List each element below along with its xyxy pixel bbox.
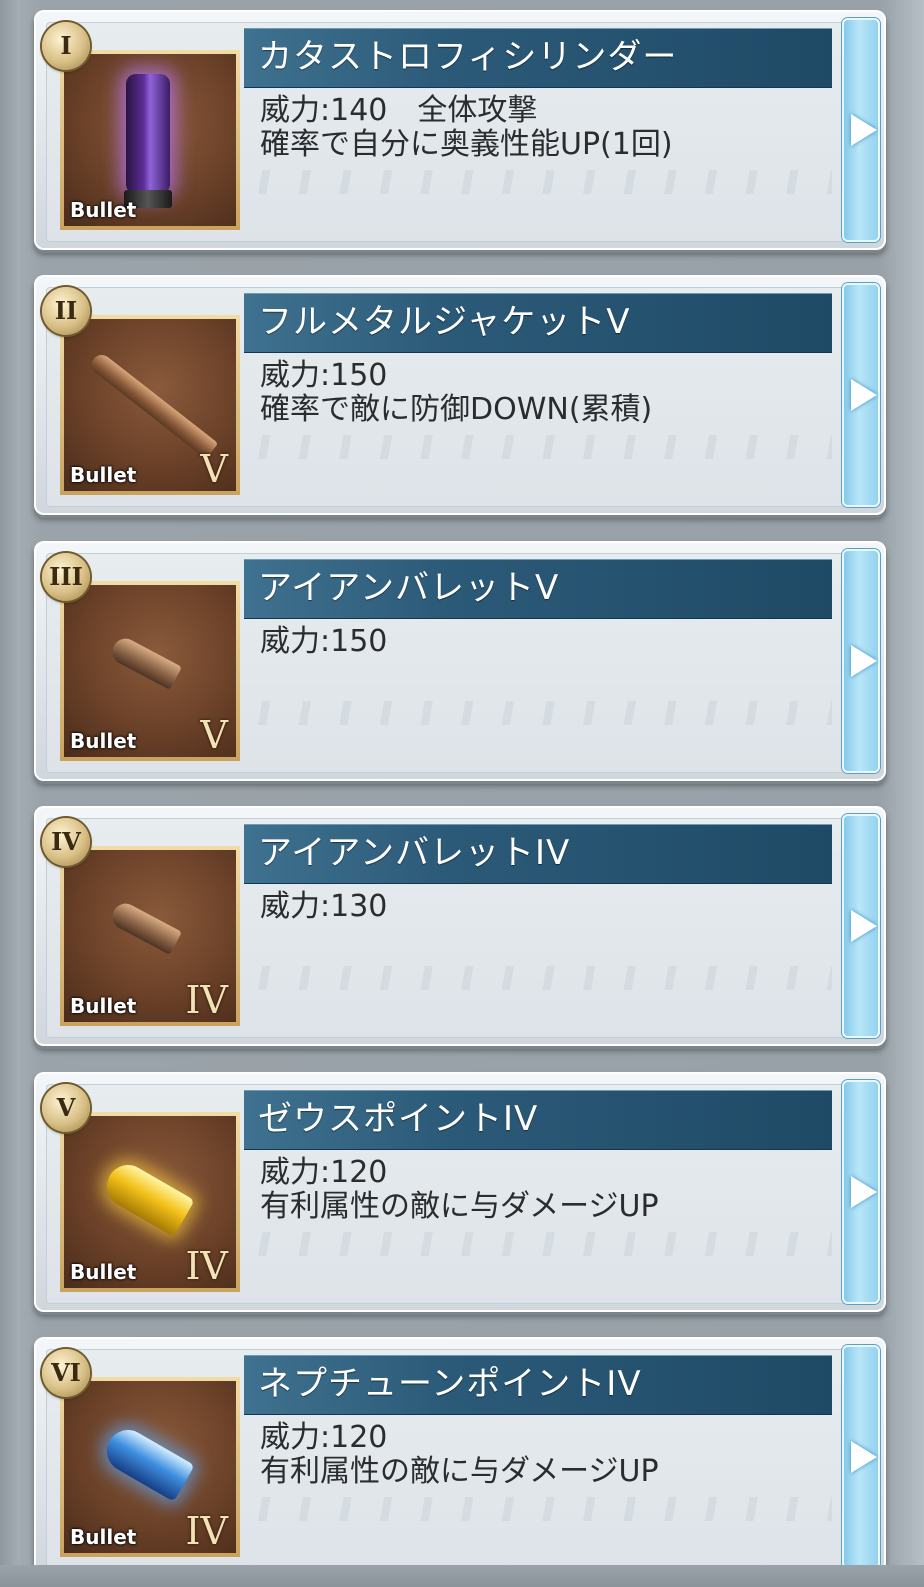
cylinder-bullet-icon: Bullet xyxy=(64,54,236,226)
bullet-name: ネプチューンポイントIV xyxy=(258,1364,642,1404)
gold-bullet-icon xyxy=(99,1157,195,1237)
bullet-icon-frame[interactable]: Bullet IV xyxy=(60,1112,240,1292)
title-bar: アイアンバレットV xyxy=(244,559,832,619)
bullet-icon-frame[interactable]: Bullet xyxy=(60,50,240,230)
arrow-right-icon xyxy=(851,645,877,677)
arrow-right-icon xyxy=(851,379,877,411)
description-line: 確率で敵に防御DOWN(累積) xyxy=(260,392,653,427)
bullet-description: 威力:120 有利属性の敵に与ダメージUP xyxy=(260,1421,820,1489)
arrow-right-icon xyxy=(851,1441,877,1473)
neptune-point-icon: Bullet IV xyxy=(64,1381,236,1553)
arrow-right-icon xyxy=(851,114,877,146)
title-bar: ネプチューンポイントIV xyxy=(244,1355,832,1415)
description-line: 威力:150 xyxy=(260,624,388,659)
icon-rank-label: V xyxy=(200,713,228,757)
description-line: 有利属性の敵に与ダメージUP xyxy=(260,1454,659,1489)
description-line: 威力:120 xyxy=(260,1420,388,1455)
slot-number-badge: II xyxy=(42,287,90,335)
arrow-right-icon xyxy=(851,910,877,942)
bullet-card[interactable]: ネプチューンポイントIV 威力:120 有利属性の敵に与ダメージUP Bulle… xyxy=(34,1337,886,1577)
slot-number-badge: VI xyxy=(42,1349,90,1397)
icon-type-label: Bullet xyxy=(70,463,137,487)
title-bar: ゼウスポイントIV xyxy=(244,1090,832,1150)
bullet-name: カタストロフィシリンダー xyxy=(258,37,678,77)
description-line: 威力:130 xyxy=(260,889,388,924)
bullet-description: 威力:150 xyxy=(260,625,820,659)
pistol-bullet-icon xyxy=(107,634,183,690)
bullet-card[interactable]: アイアンバレットV 威力:150 Bullet V III xyxy=(34,541,886,781)
icon-type-label: Bullet xyxy=(70,729,137,753)
cylinder-body-icon xyxy=(126,74,170,194)
bullet-icon-frame[interactable]: Bullet V xyxy=(60,581,240,761)
detail-button[interactable] xyxy=(842,18,880,242)
detail-button[interactable] xyxy=(842,549,880,773)
detail-button[interactable] xyxy=(842,283,880,507)
rifle-bullet-icon xyxy=(87,350,219,460)
title-bar: アイアンバレットIV xyxy=(244,824,832,884)
pistol-bullet-icon xyxy=(107,899,183,955)
slot-number-badge: I xyxy=(42,22,90,70)
blue-bullet-icon xyxy=(99,1422,195,1502)
bullet-description: 威力:130 xyxy=(260,890,820,924)
bullet-card[interactable]: フルメタルジャケットV 威力:150 確率で敵に防御DOWN(累積) Bulle… xyxy=(34,275,886,515)
bullet-name: アイアンバレットV xyxy=(258,568,560,608)
icon-rank-label: IV xyxy=(185,1509,228,1553)
icon-type-label: Bullet xyxy=(70,1260,137,1284)
slot-number-badge: III xyxy=(42,553,90,601)
icon-type-label: Bullet xyxy=(70,198,137,222)
detail-button[interactable] xyxy=(842,1345,880,1569)
slot-number-badge: IV xyxy=(42,818,90,866)
description-line: 威力:150 xyxy=(260,358,388,393)
bullet-name: アイアンバレットIV xyxy=(258,833,571,873)
bullet-description: 威力:150 確率で敵に防御DOWN(累積) xyxy=(260,359,820,427)
zeus-point-icon: Bullet IV xyxy=(64,1116,236,1288)
title-bar: フルメタルジャケットV xyxy=(244,293,832,353)
bullet-card[interactable]: カタストロフィシリンダー 威力:140 全体攻撃 確率で自分に奥義性能UP(1回… xyxy=(34,10,886,250)
description-line: 確率で自分に奥義性能UP(1回) xyxy=(260,127,673,162)
icon-type-label: Bullet xyxy=(70,1525,137,1549)
iron-bullet-icon: Bullet V xyxy=(64,585,236,757)
arrow-right-icon xyxy=(851,1176,877,1208)
description-line: 有利属性の敵に与ダメージUP xyxy=(260,1189,659,1224)
bullet-description: 威力:140 全体攻撃 確率で自分に奥義性能UP(1回) xyxy=(260,94,820,162)
bullet-card[interactable]: アイアンバレットIV 威力:130 Bullet IV IV xyxy=(34,806,886,1046)
icon-type-label: Bullet xyxy=(70,994,137,1018)
bullet-icon-frame[interactable]: Bullet V xyxy=(60,315,240,495)
description-line: 威力:120 xyxy=(260,1155,388,1190)
iron-bullet-icon: Bullet IV xyxy=(64,850,236,1022)
icon-rank-label: IV xyxy=(185,1244,228,1288)
list-bottom-edge xyxy=(0,1565,924,1587)
bullet-name: フルメタルジャケットV xyxy=(258,302,631,342)
bullet-icon-frame[interactable]: Bullet IV xyxy=(60,846,240,1026)
detail-button[interactable] xyxy=(842,1080,880,1304)
title-bar: カタストロフィシリンダー xyxy=(244,28,832,88)
slot-number-badge: V xyxy=(42,1084,90,1132)
bullet-list: カタストロフィシリンダー 威力:140 全体攻撃 確率で自分に奥義性能UP(1回… xyxy=(0,0,924,1587)
icon-rank-label: IV xyxy=(185,978,228,1022)
bullet-card[interactable]: ゼウスポイントIV 威力:120 有利属性の敵に与ダメージUP Bullet I… xyxy=(34,1072,886,1312)
icon-rank-label: V xyxy=(200,447,228,491)
description-line: 威力:140 全体攻撃 xyxy=(260,93,538,128)
full-metal-jacket-icon: Bullet V xyxy=(64,319,236,491)
bullet-name: ゼウスポイントIV xyxy=(258,1099,539,1139)
bullet-icon-frame[interactable]: Bullet IV xyxy=(60,1377,240,1557)
detail-button[interactable] xyxy=(842,814,880,1038)
bullet-description: 威力:120 有利属性の敵に与ダメージUP xyxy=(260,1156,820,1224)
